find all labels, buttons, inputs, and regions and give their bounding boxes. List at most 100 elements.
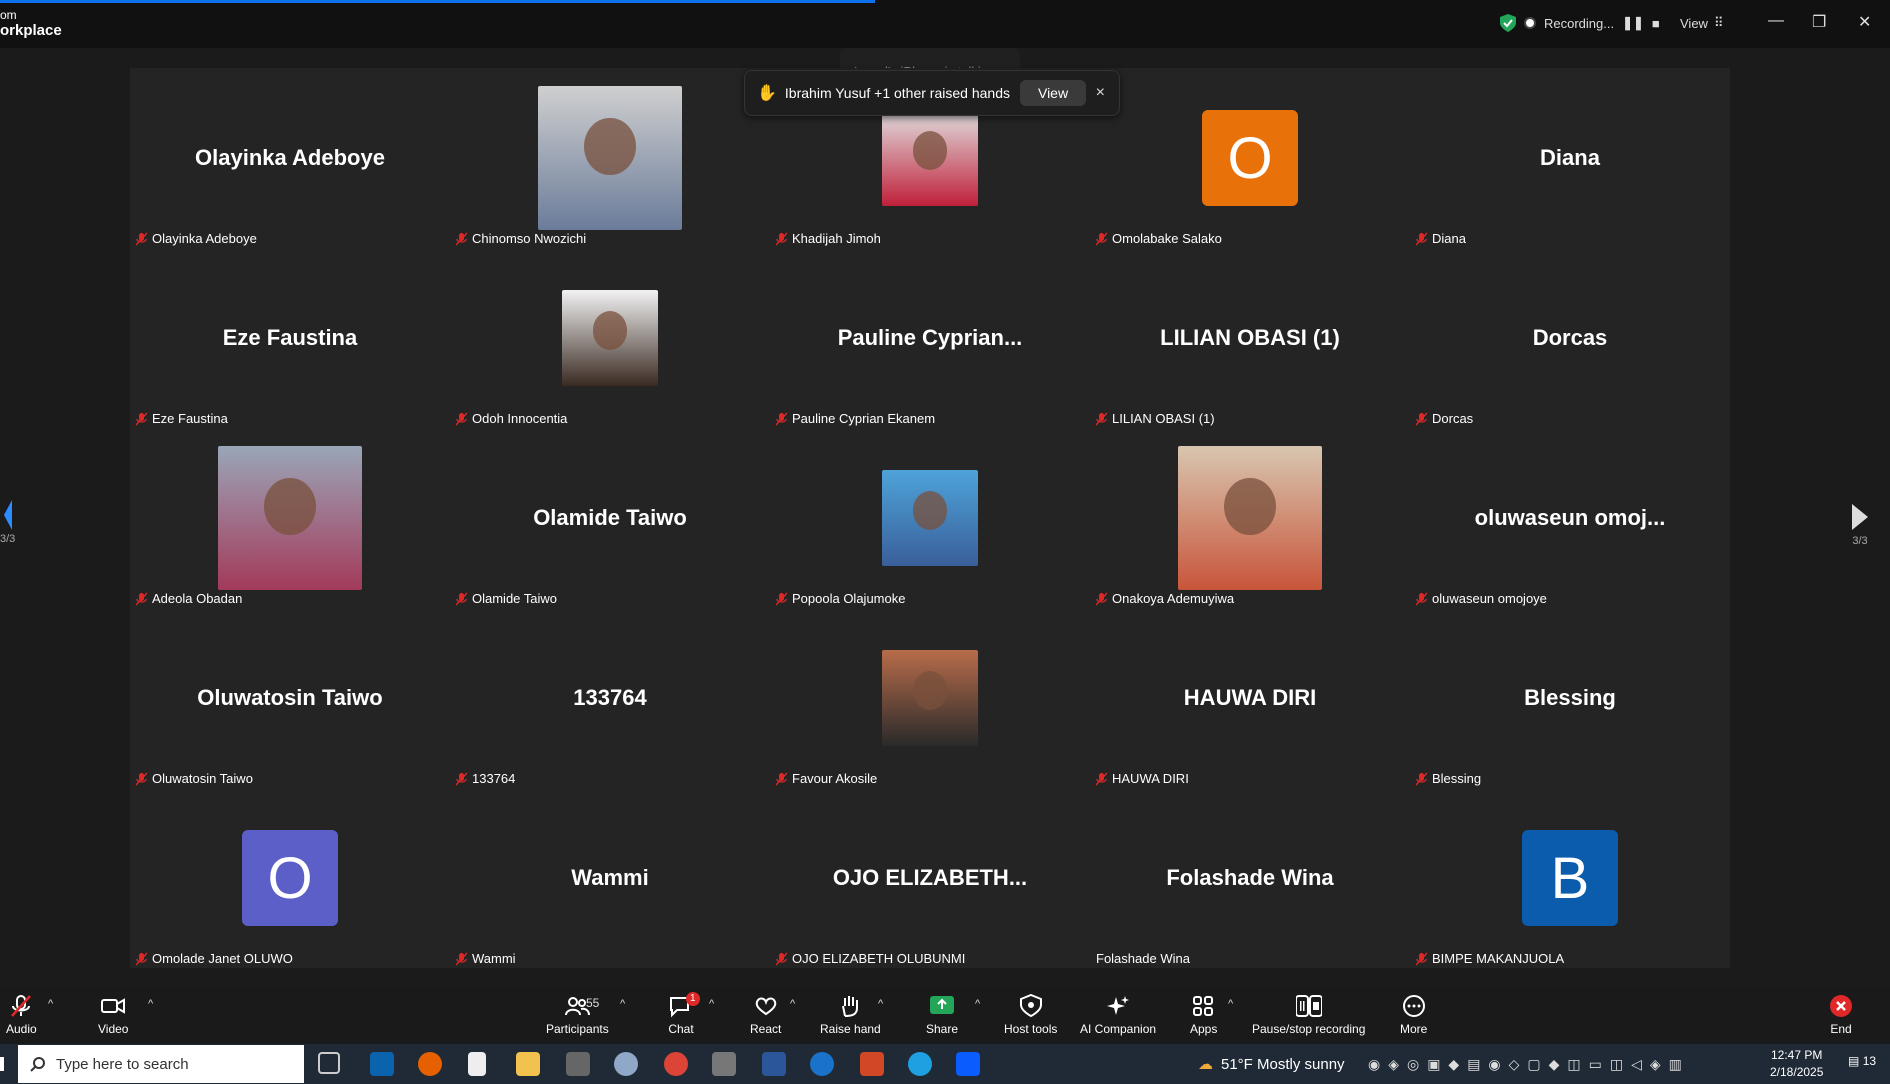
notification-icon: ▤ <box>1848 1054 1860 1068</box>
clock[interactable]: 12:47 PM 2/18/2025 <box>1770 1047 1823 1081</box>
taskbar-search-box[interactable]: Type here to search <box>18 1045 304 1083</box>
chrome-icon[interactable] <box>664 1052 688 1076</box>
chat-caret-icon[interactable]: ^ <box>709 998 714 1010</box>
share-caret-icon[interactable]: ^ <box>975 998 980 1010</box>
zoom-icon[interactable] <box>956 1052 980 1076</box>
participant-tile[interactable]: OJO ELIZABETH... OJO ELIZABETH OLUBUNMI <box>770 788 1090 968</box>
participant-name-label: Dorcas <box>1416 411 1473 426</box>
apps-label: Apps <box>1190 1022 1218 1036</box>
close-icon[interactable]: × <box>1096 84 1105 102</box>
brand-line-1: om <box>0 8 17 22</box>
participant-tile[interactable]: 133764 133764 <box>450 608 770 788</box>
mic-muted-icon <box>456 232 467 245</box>
participant-tile[interactable]: Olamide Taiwo Olamide Taiwo <box>450 428 770 608</box>
app-icon-2[interactable] <box>614 1052 638 1076</box>
system-tray-icons[interactable]: ◉◈◎▣◆▤◉◇▢◆◫▭◫◁◈▥ <box>1368 1056 1690 1073</box>
audio-button[interactable]: Audio <box>6 994 37 1036</box>
participant-tile[interactable]: Blessing Blessing <box>1410 608 1730 788</box>
profile-silhouette-icon <box>912 131 948 170</box>
powerpoint-icon[interactable] <box>860 1052 884 1076</box>
raise-hand-button[interactable]: Raise hand <box>820 994 881 1036</box>
host-tools-button[interactable]: Host tools <box>1004 994 1057 1036</box>
participant-tile[interactable]: Adeola Obadan <box>130 428 450 608</box>
participant-tile[interactable]: O Omolabake Salako <box>1090 68 1410 248</box>
weather-widget[interactable]: ☁ 51°F Mostly sunny <box>1198 1055 1345 1074</box>
apps-caret-icon[interactable]: ^ <box>1228 998 1233 1010</box>
participant-name-text: Eze Faustina <box>152 411 228 426</box>
participant-tile[interactable]: HAUWA DIRI HAUWA DIRI <box>1090 608 1410 788</box>
end-meeting-button[interactable]: End <box>1828 994 1854 1036</box>
raise-hand-caret-icon[interactable]: ^ <box>878 998 883 1010</box>
notification-center-button[interactable]: ▤ 13 <box>1848 1054 1876 1068</box>
gallery-view: Olayinka Adeboye Olayinka Adeboye Chinomso… <box>130 68 1730 968</box>
raised-hands-notification: ✋ Ibrahim Yusuf +1 other raised hands Vi… <box>744 70 1120 116</box>
prev-page-button[interactable]: 3/3 <box>0 500 15 545</box>
restore-icon[interactable]: ❐ <box>1812 12 1826 32</box>
stop-icon[interactable]: ■ <box>1652 16 1660 31</box>
participant-tile[interactable]: LILIAN OBASI (1) LILIAN OBASI (1) <box>1090 248 1410 428</box>
participant-display-name: Eze Faustina <box>222 325 358 350</box>
minimize-icon[interactable]: — <box>1768 12 1784 30</box>
more-button[interactable]: More <box>1400 994 1427 1036</box>
edge-icon[interactable] <box>908 1052 932 1076</box>
windows-taskbar: Type here to search ☁ 51°F Mostly sunny … <box>0 1044 1890 1084</box>
firefox-icon[interactable] <box>418 1052 442 1076</box>
participant-tile[interactable]: Diana Diana <box>1410 68 1730 248</box>
app-icon[interactable] <box>566 1052 590 1076</box>
raised-hands-text: Ibrahim Yusuf +1 other raised hands <box>784 85 1010 101</box>
participant-tile[interactable]: Dorcas Dorcas <box>1410 248 1730 428</box>
video-label: Video <box>98 1022 129 1036</box>
next-page-button[interactable]: 3/3 <box>1848 502 1872 547</box>
recording-indicator[interactable]: Recording... ❚❚ ■ <box>1500 14 1660 32</box>
participant-name-text: Popoola Olajumoke <box>792 591 906 606</box>
audio-options-caret-icon[interactable]: ^ <box>48 998 53 1010</box>
outlook-icon[interactable] <box>370 1052 394 1076</box>
notepad-icon[interactable] <box>468 1052 486 1076</box>
participant-tile[interactable]: Folashade Wina Folashade Wina <box>1090 788 1410 968</box>
app-icon-3[interactable] <box>810 1052 834 1076</box>
participant-tile[interactable]: oluwaseun omoj... oluwaseun omojoye <box>1410 428 1730 608</box>
video-button[interactable]: Video <box>98 994 128 1036</box>
mic-muted-icon <box>1096 412 1107 425</box>
shield-icon <box>1500 14 1516 32</box>
teams-icon[interactable] <box>712 1052 736 1076</box>
participant-tile[interactable]: Odoh Innocentia <box>450 248 770 428</box>
ai-companion-button[interactable]: AI Companion <box>1080 994 1156 1036</box>
participant-tile[interactable]: Favour Akosile <box>770 608 1090 788</box>
mic-muted-icon <box>1096 232 1107 245</box>
pause-stop-recording-button[interactable]: Pause/stop recording <box>1252 994 1365 1036</box>
word-icon[interactable] <box>762 1052 786 1076</box>
participant-name-label: Diana <box>1416 231 1466 246</box>
task-view-icon[interactable] <box>318 1052 340 1074</box>
participant-display-name: 133764 <box>573 685 647 710</box>
pause-icon[interactable]: ❚❚ <box>1622 15 1644 31</box>
view-button[interactable]: View ⠿ <box>1680 15 1723 31</box>
participant-tile[interactable]: O Omolade Janet OLUWO <box>130 788 450 968</box>
tile-content: Olayinka Adeboye <box>130 68 450 248</box>
participant-name-label: Olayinka Adeboye <box>136 231 257 246</box>
participant-tile[interactable]: Wammi Wammi <box>450 788 770 968</box>
raised-hands-view-button[interactable]: View <box>1019 80 1087 106</box>
participant-photo <box>882 650 978 746</box>
file-explorer-icon[interactable] <box>516 1052 540 1076</box>
react-button[interactable]: React <box>750 994 781 1036</box>
video-options-caret-icon[interactable]: ^ <box>148 998 153 1010</box>
participant-tile[interactable]: Eze Faustina Eze Faustina <box>130 248 450 428</box>
close-icon[interactable]: ✕ <box>1858 12 1871 32</box>
profile-silhouette-icon <box>592 311 628 350</box>
tile-content: Folashade Wina <box>1090 788 1410 968</box>
apps-button[interactable]: Apps <box>1190 994 1217 1036</box>
participant-tile[interactable]: Onakoya Ademuyiwa <box>1090 428 1410 608</box>
participant-tile[interactable]: Oluwatosin Taiwo Oluwatosin Taiwo <box>130 608 450 788</box>
share-button[interactable]: Share <box>926 994 958 1036</box>
participants-caret-icon[interactable]: ^ <box>620 998 625 1010</box>
participant-tile[interactable]: B BIMPE MAKANJUOLA <box>1410 788 1730 968</box>
participant-name-label: BIMPE MAKANJUOLA <box>1416 951 1564 966</box>
participant-tile[interactable]: Popoola Olajumoke <box>770 428 1090 608</box>
participant-tile[interactable]: Chinomso Nwozichi <box>450 68 770 248</box>
participant-tile[interactable]: Pauline Cyprian... Pauline Cyprian Ekanem <box>770 248 1090 428</box>
participant-tile[interactable]: Olayinka Adeboye Olayinka Adeboye <box>130 68 450 248</box>
start-edge[interactable] <box>0 1057 4 1071</box>
participant-name-label: Pauline Cyprian Ekanem <box>776 411 935 426</box>
react-caret-icon[interactable]: ^ <box>790 998 795 1010</box>
